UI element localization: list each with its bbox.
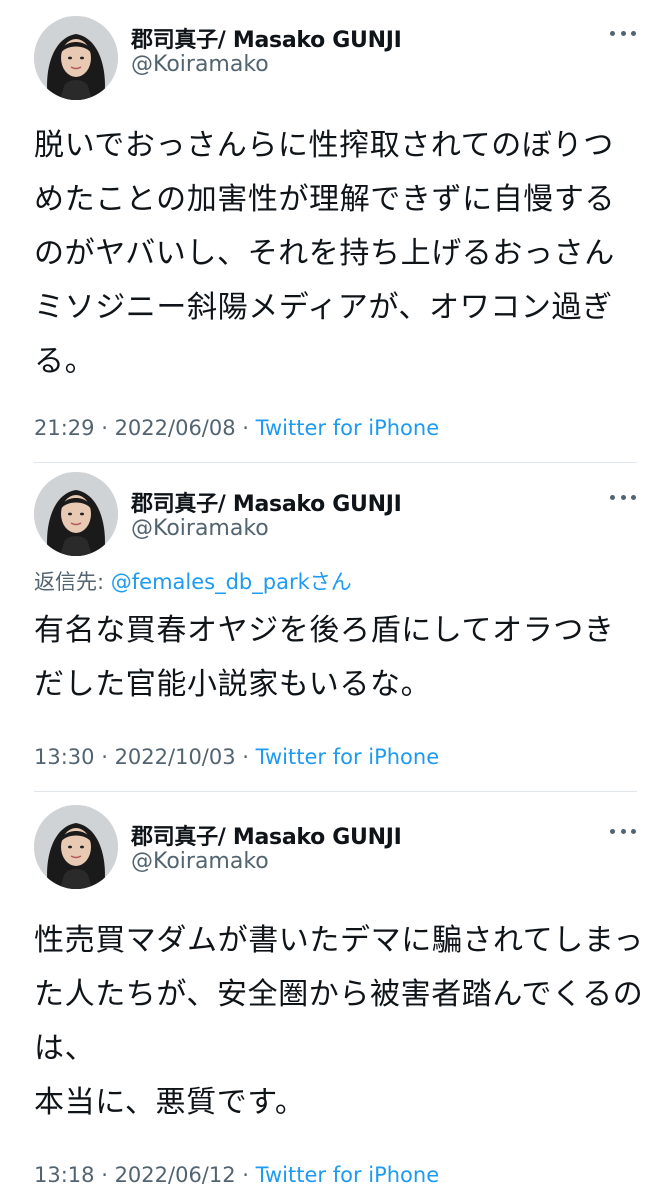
avatar-photo [34,16,118,100]
tweet-time[interactable]: 13:30 [34,745,95,769]
tweet-date[interactable]: 2022/06/12 [115,1163,236,1187]
tweet-text: 性売買マダムが書いたデマに騙されてしまった人たちが、安全圏から被害者踏んでくるの… [34,923,644,1120]
tweet-time[interactable]: 21:29 [34,416,95,440]
reply-to-line: 返信先: @females_db_parkさん [34,566,352,596]
author-handle[interactable]: @Koiramako [131,849,269,874]
tweet-date[interactable]: 2022/06/08 [115,416,236,440]
tweet-text: 脱いでおっさんらに性搾取されてのぼりつめたことの加害性が理解できずに自慢するのが… [34,128,616,379]
tweet-client[interactable]: Twitter for iPhone [256,416,440,440]
avatar-photo [34,805,118,889]
reply-mention-link[interactable]: @females_db_parkさん [111,570,352,594]
avatar[interactable] [34,16,118,100]
reply-prefix: 返信先: [34,570,111,594]
tweet-time[interactable]: 13:18 [34,1163,95,1187]
tweet-date[interactable]: 2022/10/03 [115,745,236,769]
more-options-icon[interactable] [610,492,636,502]
author-handle[interactable]: @Koiramako [131,516,269,541]
meta-separator: · [235,416,256,440]
author-handle[interactable]: @Koiramako [131,52,269,77]
divider [34,462,637,463]
more-options-icon[interactable] [610,826,636,836]
more-options-icon[interactable] [610,28,636,38]
meta-separator: · [94,416,115,440]
avatar-photo [34,472,118,556]
avatar[interactable] [34,805,118,889]
divider [34,791,637,792]
meta-separator: · [94,745,115,769]
tweet-meta: 21:29 · 2022/06/08 · Twitter for iPhone [34,416,439,440]
tweet-meta: 13:30 · 2022/10/03 · Twitter for iPhone [34,745,439,769]
tweet-text: 有名な買春オヤジを後ろ盾にしてオラつきだした官能小説家もいるな。 [34,613,615,702]
meta-separator: · [94,1163,115,1187]
avatar[interactable] [34,472,118,556]
author-name[interactable]: 郡司真子/ Masako GUNJI [131,819,402,851]
tweet-client[interactable]: Twitter for iPhone [256,1163,440,1187]
author-name[interactable]: 郡司真子/ Masako GUNJI [131,486,402,518]
tweet-client[interactable]: Twitter for iPhone [256,745,440,769]
meta-separator: · [235,745,256,769]
tweet-meta: 13:18 · 2022/06/12 · Twitter for iPhone [34,1163,439,1187]
meta-separator: · [235,1163,256,1187]
author-name[interactable]: 郡司真子/ Masako GUNJI [131,22,402,54]
